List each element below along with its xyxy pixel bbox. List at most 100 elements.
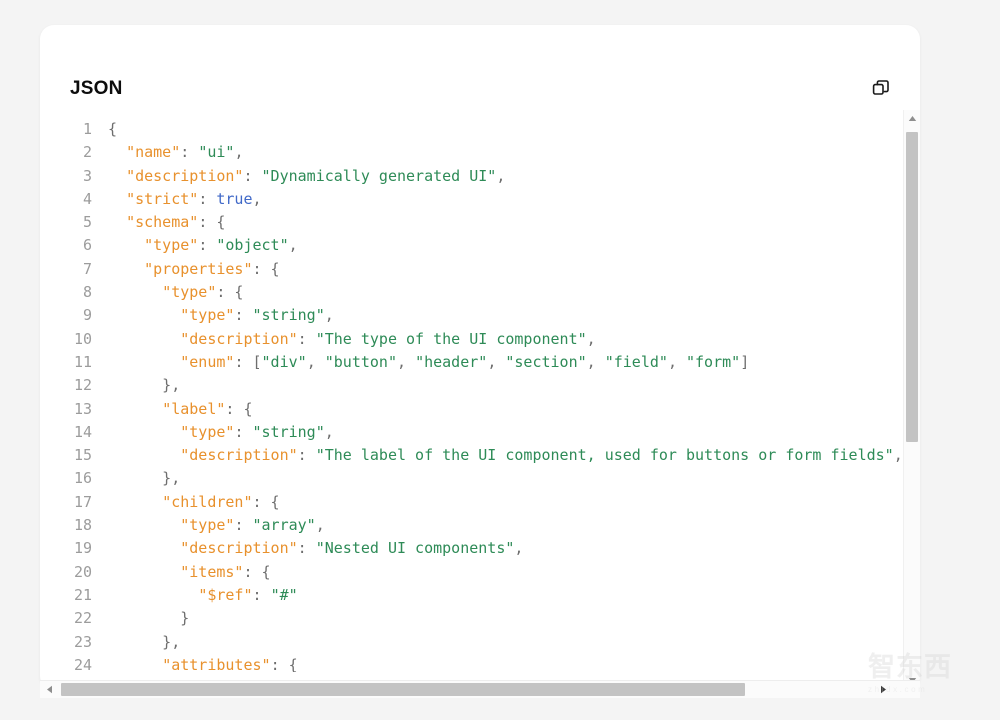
line-number: 24 bbox=[73, 655, 92, 672]
scroll-left-button[interactable] bbox=[40, 681, 58, 698]
line-number: 4 bbox=[82, 189, 92, 208]
code-token-punct: : { bbox=[225, 399, 253, 418]
code-line: 23 }, bbox=[40, 631, 906, 654]
code-token-key: "type" bbox=[144, 236, 199, 255]
code-line: 21 "$ref": "#" bbox=[40, 584, 906, 607]
line-number: 3 bbox=[82, 166, 92, 185]
chevron-left-icon bbox=[46, 681, 53, 699]
code-token-key: "properties" bbox=[144, 259, 253, 278]
code-token-punct bbox=[108, 167, 126, 185]
code-token-punct: , bbox=[667, 352, 686, 371]
line-number: 22 bbox=[73, 609, 92, 628]
chevron-up-icon bbox=[908, 109, 917, 127]
line-number: 10 bbox=[73, 329, 92, 348]
code-token-str: "header" bbox=[415, 352, 488, 371]
code-token-key: "$ref" bbox=[198, 585, 253, 604]
code-token-punct bbox=[108, 353, 180, 371]
line-number: 9 bbox=[82, 306, 92, 325]
code-token-punct: , bbox=[487, 352, 506, 371]
code-token-punct: : bbox=[297, 446, 316, 465]
code-token-punct bbox=[108, 516, 180, 534]
code-token-punct bbox=[108, 306, 180, 324]
line-number: 14 bbox=[73, 422, 92, 441]
line-number: 19 bbox=[73, 539, 92, 558]
code-token-str: "array" bbox=[252, 516, 316, 535]
code-token-key: "children" bbox=[162, 492, 253, 511]
code-token-punct: }, bbox=[108, 632, 181, 651]
code-token-punct: }, bbox=[108, 376, 181, 395]
code-line: 10 "description": "The type of the UI co… bbox=[40, 328, 906, 351]
copy-button[interactable] bbox=[866, 73, 896, 103]
line-number: 11 bbox=[73, 352, 92, 371]
code-token-key: "type" bbox=[162, 283, 217, 302]
code-token-punct: : bbox=[243, 166, 262, 185]
scroll-right-button[interactable] bbox=[874, 681, 892, 698]
code-token-punct: : bbox=[297, 329, 316, 348]
code-token-punct: ] bbox=[740, 352, 750, 371]
code-token-punct: : bbox=[198, 189, 217, 208]
code-token-punct bbox=[108, 446, 180, 464]
code-line: 22 } bbox=[40, 607, 906, 630]
chevron-right-icon bbox=[880, 681, 887, 699]
code-token-punct bbox=[108, 493, 162, 511]
horizontal-scrollbar[interactable] bbox=[40, 680, 920, 698]
line-number: 13 bbox=[73, 399, 92, 418]
code-token-key: "label" bbox=[162, 399, 226, 418]
code-token-punct: : bbox=[252, 585, 271, 604]
code-line: 7 "properties": { bbox=[40, 258, 906, 281]
code-token-punct: : { bbox=[252, 259, 280, 278]
code-token-punct: , bbox=[514, 539, 524, 558]
code-line: 4 "strict": true, bbox=[40, 188, 906, 211]
code-token-str: "section" bbox=[505, 352, 587, 371]
code-token-punct: : { bbox=[270, 655, 298, 672]
code-token-punct: , bbox=[586, 352, 605, 371]
code-viewport[interactable]: 1{2 "name": "ui", 3 "description": "Dynam… bbox=[40, 110, 906, 672]
scroll-up-button[interactable] bbox=[904, 110, 920, 126]
code-token-str: "button" bbox=[324, 352, 397, 371]
code-line: 14 "type": "string", bbox=[40, 421, 906, 444]
code-token-str: "div" bbox=[261, 352, 307, 371]
code-token-punct bbox=[108, 330, 180, 348]
code-token-punct: : bbox=[234, 306, 253, 325]
code-token-punct: , bbox=[324, 422, 334, 441]
horizontal-scroll-thumb[interactable] bbox=[61, 683, 745, 696]
code-token-punct: } bbox=[108, 609, 190, 628]
code-line: 12 }, bbox=[40, 374, 906, 397]
code-token-str: "Nested UI components" bbox=[315, 539, 515, 558]
page-title: JSON bbox=[70, 78, 123, 99]
code-line: 18 "type": "array", bbox=[40, 514, 906, 537]
code-token-bool: true bbox=[216, 189, 253, 208]
code-line: 9 "type": "string", bbox=[40, 304, 906, 327]
code-token-punct: , bbox=[315, 516, 325, 535]
code-line: 24 "attributes": { bbox=[40, 654, 906, 672]
code-block: 1{2 "name": "ui", 3 "description": "Dynam… bbox=[40, 110, 906, 672]
code-token-punct bbox=[108, 400, 162, 418]
line-number: 20 bbox=[73, 562, 92, 581]
code-token-punct bbox=[108, 586, 198, 604]
code-token-punct bbox=[108, 260, 144, 278]
page-root: JSON 1{2 "name": "ui", 3 "description": "… bbox=[0, 0, 1000, 720]
code-token-punct bbox=[108, 143, 126, 161]
vertical-scrollbar[interactable] bbox=[903, 110, 920, 688]
code-token-punct: , bbox=[234, 143, 244, 162]
code-token-punct: : bbox=[297, 539, 316, 558]
code-line: 1{ bbox=[40, 118, 906, 141]
code-token-punct: , bbox=[586, 329, 596, 348]
code-token-key: "schema" bbox=[126, 213, 199, 232]
code-token-str: "The label of the UI component, used for… bbox=[315, 446, 894, 465]
line-number: 23 bbox=[73, 632, 92, 651]
code-token-punct bbox=[108, 236, 144, 254]
code-token-punct: : bbox=[234, 422, 253, 441]
vertical-scroll-thumb[interactable] bbox=[906, 132, 918, 442]
code-token-str: "string" bbox=[252, 422, 325, 441]
code-token-punct: { bbox=[108, 120, 118, 138]
code-token-punct: : bbox=[198, 236, 217, 255]
code-token-punct bbox=[108, 213, 126, 231]
code-line: 6 "type": "object", bbox=[40, 234, 906, 257]
code-token-str: "field" bbox=[604, 352, 668, 371]
code-line: 11 "enum": ["div", "button", "header", "… bbox=[40, 351, 906, 374]
code-line: 15 "description": "The label of the UI c… bbox=[40, 444, 906, 467]
code-token-str: "#" bbox=[270, 585, 298, 604]
code-token-punct bbox=[108, 656, 162, 672]
code-token-punct: : { bbox=[198, 213, 226, 232]
